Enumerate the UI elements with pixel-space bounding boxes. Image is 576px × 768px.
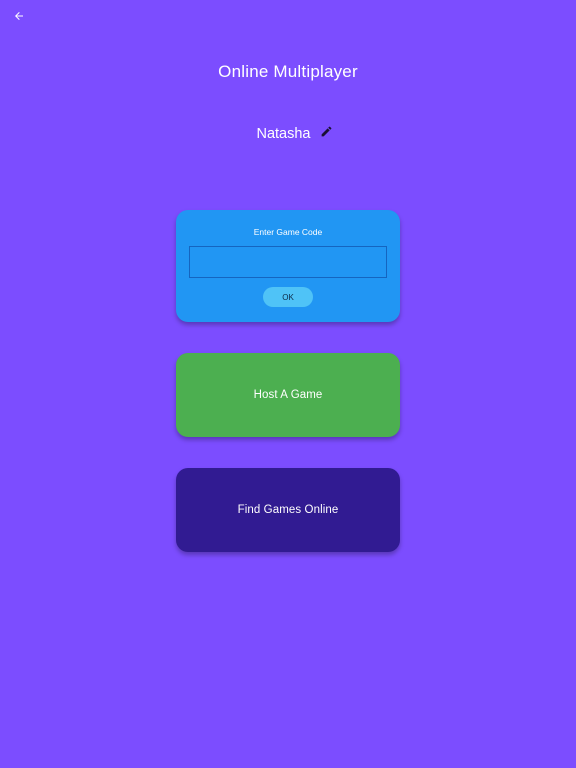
edit-name-button[interactable] <box>320 125 334 143</box>
back-button[interactable] <box>10 9 28 27</box>
player-name: Natasha <box>256 126 311 142</box>
arrow-left-icon <box>13 9 25 27</box>
pencil-icon <box>320 125 333 143</box>
game-code-input[interactable] <box>189 246 387 278</box>
join-game-card: Enter Game Code OK <box>176 210 400 322</box>
ok-button[interactable]: OK <box>263 287 313 307</box>
page-title: Online Multiplayer <box>218 62 358 81</box>
find-games-button[interactable]: Find Games Online <box>176 468 400 552</box>
host-game-button[interactable]: Host A Game <box>176 353 400 437</box>
find-games-label: Find Games Online <box>237 504 339 516</box>
host-game-label: Host A Game <box>253 389 323 401</box>
player-row: Natasha <box>0 126 576 142</box>
game-code-label: Enter Game Code <box>253 227 323 237</box>
